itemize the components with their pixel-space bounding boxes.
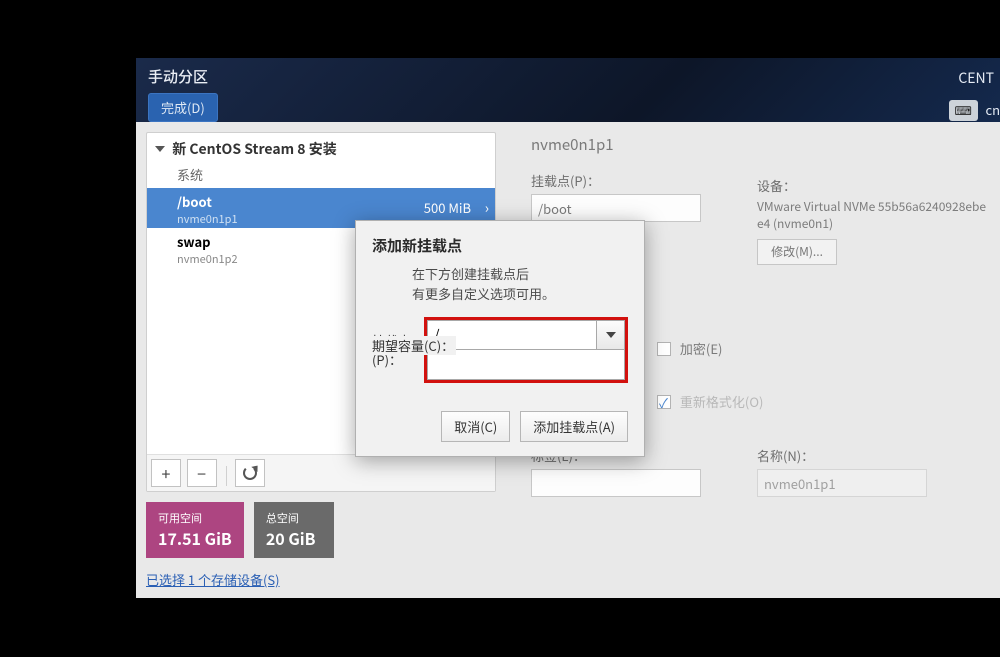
device-info: 设备： VMware Virtual NVMe 55b56a6240928ebe…	[757, 176, 987, 265]
mount-point-combo[interactable]	[427, 320, 625, 350]
total-space-box: 总空间 20 GiB	[254, 502, 334, 558]
dialog-title: 添加新挂载点	[372, 235, 628, 256]
right-column: nvme0n1p1 挂载点(P)： /boot 设备： VMware Virtu…	[531, 134, 991, 222]
add-mount-point-dialog: 添加新挂载点 在下方创建挂载点后 有更多自定义选项可用。 挂载点(P)： 期望容…	[355, 220, 645, 457]
storage-devices-link[interactable]: 已选择 1 个存储设备(S)	[146, 570, 280, 589]
available-space-box: 可用空间 17.51 GiB	[146, 502, 244, 558]
encrypt-checkbox[interactable]	[657, 342, 671, 356]
modify-device-button[interactable]: 修改(M)...	[757, 239, 837, 265]
distro-label: CENT	[949, 68, 1000, 88]
mount-point-field[interactable]: /boot	[531, 194, 701, 222]
refresh-icon	[243, 466, 257, 480]
keyboard-icon[interactable]: ⌨	[949, 100, 978, 121]
mount-point-label: 挂载点(P)：	[531, 171, 991, 190]
current-device-title: nvme0n1p1	[531, 134, 991, 155]
mount-point-row: 挂载点(P)：	[372, 317, 628, 383]
name-input: nvme0n1p1	[757, 469, 927, 497]
cancel-button[interactable]: 取消(C)	[441, 411, 510, 442]
name-field-group: 名称(N)： nvme0n1p1	[757, 446, 927, 497]
done-button[interactable]: 完成(D)	[148, 93, 218, 122]
remove-partition-button[interactable]: −	[187, 459, 217, 487]
label-input[interactable]	[531, 469, 701, 497]
chevron-down-icon	[155, 146, 165, 152]
mount-point-input[interactable]	[427, 320, 597, 350]
add-mount-point-button[interactable]: 添加挂载点(A)	[520, 411, 628, 442]
encrypt-row[interactable]: 加密(E)	[657, 339, 722, 358]
add-partition-button[interactable]: +	[151, 459, 181, 487]
dialog-description: 在下方创建挂载点后 有更多自定义选项可用。	[412, 264, 628, 303]
header-right: CENT ⌨ cn	[949, 68, 1000, 121]
name-label: 名称(N)：	[757, 446, 927, 465]
mount-point-dropdown-button[interactable]	[597, 320, 625, 350]
partition-toolbar: + −	[147, 454, 495, 491]
header-bar: 手动分区 完成(D) CENT ⌨ cn	[136, 58, 1000, 122]
size-summary: 可用空间 17.51 GiB 总空间 20 GiB	[146, 502, 496, 558]
desired-capacity-input[interactable]	[427, 350, 625, 380]
refresh-button[interactable]	[235, 459, 265, 487]
tree-root[interactable]: 新 CentOS Stream 8 安装	[147, 133, 495, 163]
chevron-down-icon	[606, 332, 616, 338]
chevron-right-icon: ›	[485, 198, 489, 218]
devices-value: VMware Virtual NVMe 55b56a6240928ebe e4 …	[757, 199, 987, 233]
reformat-checkbox	[657, 395, 671, 409]
keyboard-layout: cn	[985, 100, 1000, 119]
page-title: 手动分区	[148, 66, 988, 87]
reformat-row: 重新格式化(O)	[657, 392, 763, 411]
tree-section-system: 系统	[147, 163, 495, 188]
separator	[226, 466, 227, 486]
partition-size: 500 MiB	[424, 198, 471, 217]
devices-label: 设备：	[757, 176, 987, 195]
dialog-mount-label: 挂载点(P)：	[372, 331, 424, 369]
dialog-buttons: 取消(C) 添加挂载点(A)	[372, 411, 628, 442]
